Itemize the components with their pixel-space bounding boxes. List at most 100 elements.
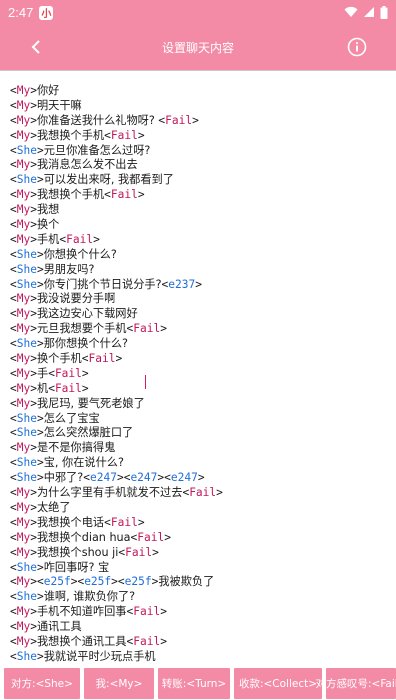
script-tag: <e247> <box>83 471 124 485</box>
script-text: 我想换个电话 <box>36 515 105 529</box>
script-tag-name: My <box>16 634 31 648</box>
script-tag-name: She <box>16 262 37 276</box>
script-tag: <Fail> <box>104 188 145 202</box>
script-text: 换个手机 <box>36 352 82 366</box>
script-tag-name: My <box>16 396 31 410</box>
script-line: <She>怎么了宝宝 <box>10 412 223 427</box>
insert-tag-button[interactable]: 收款:<Collect> <box>234 668 322 699</box>
script-tag: <She> <box>10 426 44 440</box>
script-tag-name: Fail <box>125 545 153 559</box>
insert-tag-button[interactable]: 转账:<Turn> <box>158 668 230 699</box>
script-line: <She>怎么突然爆脏口了 <box>10 426 223 441</box>
info-icon <box>347 37 367 57</box>
script-tag-name: Fail <box>137 530 165 544</box>
editor-lines: <My>你好 <My>明天干嘛 <My>你准备送我什么礼物呀? <Fail> <My>… <box>10 84 223 665</box>
script-tag-name: e25f <box>84 575 112 589</box>
script-tag: <My> <box>10 545 37 559</box>
script-line: <My>我没说要分手啊 <box>10 292 223 307</box>
script-line: <She>谁啊, 谁欺负你了? <box>10 590 223 605</box>
script-tag: <She> <box>10 247 44 261</box>
script-text: 怎么突然爆脏口了 <box>43 426 134 440</box>
script-line: <My>为什么字里有手机就发不过去<Fail> <box>10 486 223 501</box>
script-text: 手 <box>36 366 49 380</box>
script-tag: <My> <box>10 381 37 395</box>
script-tag: <Fail> <box>158 113 199 127</box>
script-tag-name: Fail <box>110 188 138 202</box>
script-tag: <Fail> <box>126 322 167 336</box>
script-tag: <My> <box>10 322 37 336</box>
script-line: <She>中邪了?<e247><e247><e247> <box>10 471 223 486</box>
script-tag-name: My <box>16 292 31 306</box>
script-line: <My>手机不知道咋回事<Fail> <box>10 605 223 620</box>
script-tag-name: Fail <box>133 634 161 648</box>
script-tag: <e25f> <box>117 575 159 589</box>
script-tag: <My> <box>10 500 37 514</box>
script-tag-name: Fail <box>133 605 161 619</box>
script-tag: <e247> <box>123 471 165 485</box>
script-tag: <My> <box>10 98 37 112</box>
script-text: 你准备送我什么礼物呀? <box>36 113 159 127</box>
insert-tag-button[interactable]: 我:<My> <box>84 668 154 699</box>
script-tag-name: She <box>16 337 37 351</box>
script-line: <My>换个 <box>10 218 223 233</box>
script-tag-name: My <box>16 158 31 172</box>
script-tag: <My> <box>10 218 37 232</box>
script-tag-name: My <box>16 203 31 217</box>
script-line: <My>手机<Fail> <box>10 233 223 248</box>
script-tag: <e25f> <box>36 575 78 589</box>
page-title: 设置聊天内容 <box>161 40 234 55</box>
script-line: <My>手<Fail> <box>10 367 223 382</box>
script-tag-name: Fail <box>54 381 82 395</box>
script-line: <My>我想换个手机<Fail> <box>10 188 223 203</box>
back-button[interactable] <box>26 36 46 58</box>
script-tag: <My> <box>10 84 37 97</box>
script-tag-name: My <box>16 322 31 336</box>
script-text: 男朋友吗? <box>43 262 95 276</box>
script-line: <My>我想换个手机<Fail> <box>10 129 223 144</box>
script-text: 换个 <box>36 218 60 232</box>
script-tag: <My> <box>10 620 37 634</box>
script-tag: <Fail> <box>48 381 89 395</box>
script-tag-name: My <box>16 500 31 514</box>
script-tag-name: She <box>16 173 37 187</box>
script-line: <My>你好 <box>10 84 223 99</box>
script-line: <My>是不是你搞得鬼 <box>10 441 223 456</box>
script-text: 是不是你搞得鬼 <box>36 441 116 455</box>
script-tag: <Fail> <box>126 634 167 648</box>
script-tag: <My> <box>10 515 37 529</box>
back-arrow-icon <box>31 40 40 54</box>
script-tag: <She> <box>10 337 44 351</box>
script-tag-name: My <box>16 530 31 544</box>
script-tag-name: She <box>16 471 37 485</box>
script-line: <My>太绝了 <box>10 501 223 516</box>
script-text: 我想换个手机 <box>36 128 105 142</box>
script-tag-name: Fail <box>133 322 161 336</box>
insert-tag-button[interactable]: 对方感叹号:<Fail> <box>316 668 396 699</box>
script-tag-name: Fail <box>110 128 138 142</box>
script-tag-name: My <box>16 366 31 380</box>
script-line: <My>我想换个shou ji<Fail> <box>10 546 223 561</box>
script-tag-name: She <box>16 247 37 261</box>
script-tag: <My> <box>10 188 37 202</box>
script-line: <My>你准备送我什么礼物呀? <Fail> <box>10 114 223 129</box>
script-tag-name: She <box>16 560 37 574</box>
script-tag: <My> <box>10 530 37 544</box>
script-line: <My>机<Fail> <box>10 382 223 397</box>
script-text: 我没说要分手啊 <box>36 292 116 306</box>
chat-script-editor[interactable]: <My>你好 <My>明天干嘛 <My>你准备送我什么礼物呀? <Fail> <My>… <box>0 70 396 667</box>
script-tag: <Fail> <box>126 605 167 619</box>
script-tag: <She> <box>10 456 44 470</box>
script-tag-name: My <box>16 128 31 142</box>
text-cursor <box>145 375 146 389</box>
script-text: 可以发出来呀, 我都看到了 <box>43 173 174 187</box>
insert-tag-button[interactable]: 对方:<She> <box>4 668 80 699</box>
script-tag-name: She <box>16 277 37 291</box>
status-icons <box>344 5 388 19</box>
script-tag: <Fail> <box>118 545 159 559</box>
script-tag: <She> <box>10 262 44 276</box>
script-tag: <My> <box>10 203 37 217</box>
script-tag: <Fail> <box>182 486 223 500</box>
script-line: <My>我尼玛, 要气死老娘了 <box>10 397 223 412</box>
script-tag-name: e237 <box>168 277 196 291</box>
info-button[interactable] <box>346 36 368 58</box>
